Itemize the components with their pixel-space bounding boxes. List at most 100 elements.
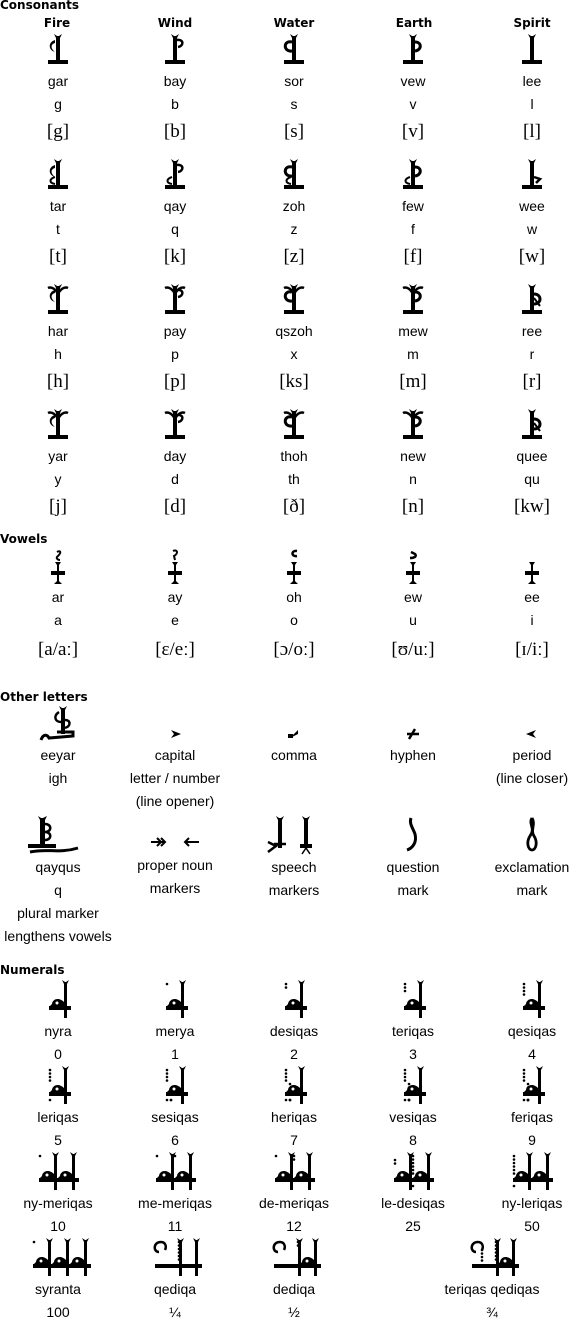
ipa-pronunciation: [ɛ/eː] [155,639,195,660]
description-line: (line closer) [495,770,569,786]
vowel-cell: ee i [ɪ/iː] [474,548,574,662]
latin-transliteration: r [529,346,535,362]
numeral-cell: feriqas 9 [474,1064,574,1152]
letter-name: qay [163,198,187,214]
latin-transliteration: o [290,612,298,628]
numeral-name: leriqas [37,1109,79,1125]
letter-name: thoh [280,448,308,464]
earth-n-glyph-icon [355,405,471,441]
water-th-glyph-icon [236,405,352,441]
glyph-drawing [525,562,539,584]
description-line: speech [271,859,317,875]
column-header-fire: Fire [43,16,71,30]
numeral-cell: dediqa ½ [236,1236,352,1324]
numeral-value: 9 [528,1132,536,1148]
numeral-teriqas-glyph-icon [355,978,471,1020]
glyph-drawing [49,980,71,1018]
letter-name: qszoh [275,323,313,339]
glyph-drawing [267,816,312,855]
consonant-cell: lee l [l] [474,30,574,144]
numeral-name: me-meriqas [138,1195,212,1211]
glyph-drawing [274,1152,315,1190]
consonant-cell: ree r [r] [474,280,574,394]
consonant-cell: qay q [k] [117,155,233,269]
letter-name: new [400,448,426,464]
ipa-pronunciation: [g] [46,121,70,142]
glyph-drawing [165,1066,188,1104]
consonant-cell: tar t [t] [0,155,116,269]
latin-transliteration: b [171,96,179,112]
ipa-pronunciation: [m] [399,371,427,392]
ipa-pronunciation: [p] [163,371,187,392]
ipa-pronunciation: [j] [49,496,67,517]
numeral-cell: qediqa ¼ [117,1236,233,1324]
numeral-name: qesiqas [507,1023,557,1039]
letter-name: ar [51,589,65,605]
ipa-pronunciation: [ɔ/oː] [273,639,315,660]
letter-name: sor [284,73,304,89]
glyph-drawing [403,34,423,64]
latin-transliteration: m [407,346,419,362]
glyph-drawing [48,34,68,64]
column-header-water: Water [273,16,315,30]
glyph-drawing [512,1152,553,1190]
glyph-drawing [164,284,186,314]
letter-name: bay [163,73,187,89]
wind-d-glyph-icon [117,405,233,441]
vowel-e-glyph-icon [117,548,233,586]
glyph-drawing [283,409,305,439]
latin-transliteration: y [54,471,62,487]
spirit-qu-glyph-icon [474,405,574,441]
latin-transliteration: g [54,96,62,112]
description-line: markers [268,882,320,898]
consonant-cell: mew m [m] [355,280,471,394]
description-line: question [386,859,440,875]
numeral-teriqas-qediqas-glyph-icon [412,1236,572,1278]
glyph-drawing [51,550,65,584]
vowel-a-glyph-icon [0,548,116,586]
capital-marker-glyph-icon [117,704,233,744]
numeral-nyra-glyph-icon [0,978,116,1020]
ipa-pronunciation: [s] [283,121,305,142]
numeral-value: 3 [409,1046,417,1062]
numeral-syranta-glyph-icon [0,1236,116,1278]
wind-b-glyph-icon [117,30,233,66]
description-line: mark [516,882,548,898]
vowel-i-glyph-icon [474,548,574,586]
ipa-pronunciation: [h] [46,371,70,392]
consonant-cell: bay b [b] [117,30,233,144]
vowel-o-glyph-icon [236,548,352,586]
fire-h-glyph-icon [0,280,116,316]
numeral-value: 12 [286,1218,302,1234]
water-z-glyph-icon [236,155,352,191]
consonant-cell: qszoh x [ks] [236,280,352,394]
numeral-cell: ny-leriqas 50 [474,1150,574,1238]
letter-name: ay [167,589,183,605]
ipa-pronunciation: [ks] [279,371,309,392]
ipa-pronunciation: [z] [283,246,305,267]
numeral-cell: syranta 100 [0,1236,116,1324]
numeral-name: desiqas [269,1023,319,1039]
description-line: proper noun [137,857,213,873]
consonant-cell: thoh th [ð] [236,405,352,519]
glyph-drawing [402,409,424,439]
numeral-name: de-meriqas [258,1195,330,1211]
latin-transliteration: qu [524,471,540,487]
consonants-heading: Consonants [0,0,80,12]
hyphen-glyph-icon [355,704,471,744]
exclamation-mark-glyph-icon [474,814,574,856]
numeral-ny-leriqas-glyph-icon [474,1150,574,1192]
glyph-drawing [151,837,199,847]
letter-name: gar [47,73,69,89]
description-line: comma [271,747,317,763]
numeral-de-meriqas-glyph-icon [236,1150,352,1192]
wind-p-glyph-icon [117,280,233,316]
numeral-cell: sesiqas 6 [117,1064,233,1152]
ipa-pronunciation: [a/aː] [37,639,79,660]
latin-transliteration: p [171,346,179,362]
ipa-pronunciation: [w] [518,246,546,267]
letter-name: pay [163,323,187,339]
numeral-name: merya [155,1023,195,1039]
spirit-r-glyph-icon [474,280,574,316]
consonant-cell: day d [d] [117,405,233,519]
